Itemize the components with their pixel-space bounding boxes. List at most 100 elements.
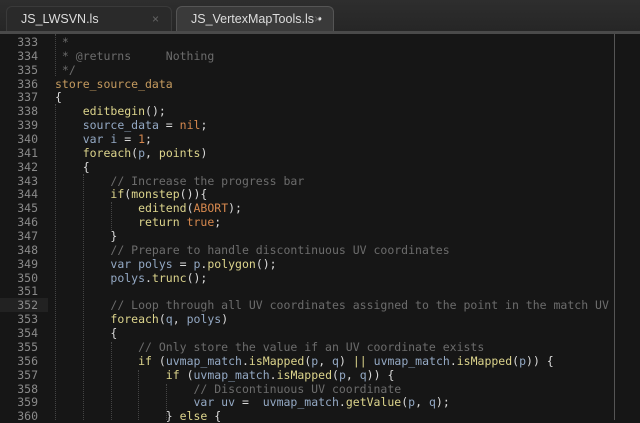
code-token: p <box>519 353 527 368</box>
code-token: points <box>158 145 201 160</box>
code-token: . <box>338 395 346 410</box>
code-token: foreach <box>110 312 159 327</box>
code-text: // Increase the progress bar <box>55 174 304 188</box>
code-text: */ <box>55 63 76 77</box>
code-line[interactable]: 341 foreach(p, points) <box>0 146 640 160</box>
code-text: if (uvmap_match.isMapped(p, q) || uvmap_… <box>55 354 554 368</box>
tab-js-vertexmaptools[interactable]: JS_VertexMapTools.ls • × <box>176 6 334 31</box>
close-icon[interactable]: × <box>152 12 159 26</box>
code-text: if (uvmap_match.isMapped(p, q)) { <box>55 367 395 382</box>
code-line[interactable]: 333 * <box>0 35 640 49</box>
line-number: 345 <box>17 201 38 216</box>
code-line[interactable]: 353 foreach(q, polys) <box>0 312 640 326</box>
code-line[interactable]: 355 // Only store the value if an UV coo… <box>0 340 640 354</box>
line-number: 357 <box>17 367 38 382</box>
code-token: isMapped <box>276 367 332 382</box>
code-line[interactable]: 339 source_data = nil; <box>0 118 640 132</box>
code-token: isMapped <box>456 353 513 368</box>
code-text: foreach(p, points) <box>55 145 208 160</box>
code-token: ( <box>186 201 194 216</box>
code-token: . <box>241 353 249 368</box>
line-number: 337 <box>17 90 38 105</box>
code-line[interactable]: 359 var uv = uvmap_match.getValue(p, q); <box>0 395 640 409</box>
code-token: , <box>345 367 360 382</box>
code-token: var i <box>82 132 118 147</box>
code-token: */ <box>55 62 76 77</box>
code-line[interactable]: 348 // Prepare to handle discontinuous U… <box>0 243 640 257</box>
code-token: )) { <box>526 353 554 368</box>
line-number: 358 <box>17 381 38 396</box>
code-token: if <box>110 187 125 202</box>
code-token: = <box>172 256 194 271</box>
code-token: var polys <box>110 256 173 271</box>
code-token: || <box>352 353 367 368</box>
tab-label: JS_LWSVN.ls <box>21 12 99 26</box>
code-line[interactable]: 337 { <box>0 90 640 104</box>
code-token: } <box>55 409 180 423</box>
line-number: 341 <box>17 145 38 160</box>
line-number: 349 <box>17 256 38 271</box>
code-token: ( <box>332 367 339 382</box>
code-text: } else { <box>55 409 221 423</box>
code-token: ; <box>145 132 152 147</box>
code-token: getValue <box>345 395 402 410</box>
code-token: = <box>117 132 139 147</box>
code-line[interactable]: 338 editbegin(); <box>0 104 640 118</box>
line-number: 355 <box>17 339 38 354</box>
line-number: 348 <box>17 242 38 257</box>
code-line[interactable]: 334 * @returns Nothing <box>0 49 640 63</box>
code-line[interactable]: 357 if (uvmap_match.isMapped(p, q)) { <box>0 368 640 382</box>
line-number: 339 <box>17 118 38 133</box>
code-token: , <box>145 145 159 160</box>
code-editor[interactable]: 333 * 334 * @returns Nothing 335 */336 stor… <box>0 34 640 423</box>
code-line[interactable]: 356 if (uvmap_match.isMapped(p, q) || uv… <box>0 354 640 368</box>
code-line[interactable]: 343 // Increase the progress bar <box>0 174 640 188</box>
code-token: uvmap_match <box>193 367 270 382</box>
code-line[interactable]: 354 { <box>0 326 640 340</box>
tab-js-lwsvn[interactable]: JS_LWSVN.ls × <box>6 6 172 31</box>
code-line[interactable]: 351 <box>0 284 640 298</box>
code-token: . <box>145 270 152 285</box>
code-token: p <box>338 367 346 382</box>
code-line[interactable]: 344 if(monstep()){ <box>0 187 640 201</box>
code-line[interactable]: 340 var i = 1; <box>0 132 640 146</box>
code-token: (); <box>145 104 166 119</box>
code-line[interactable]: 347 } <box>0 229 640 243</box>
code-line[interactable]: 350 polys.trunc(); <box>0 271 640 285</box>
code-token: (); <box>186 270 208 285</box>
line-number: 356 <box>17 353 38 368</box>
code-token: source_data <box>82 118 159 133</box>
code-token: q <box>359 367 367 382</box>
code-token: ) <box>338 353 353 368</box>
code-token: nil <box>179 118 201 133</box>
code-line[interactable]: 352 // Loop through all UV coordinates a… <box>0 298 640 313</box>
line-number: 353 <box>17 312 38 327</box>
code-line[interactable]: 342 { <box>0 160 640 174</box>
close-icon[interactable]: × <box>314 12 321 26</box>
code-line[interactable]: 345 editend(ABORT); <box>0 201 640 215</box>
code-token: ( <box>151 353 166 368</box>
code-text: source_data = nil; <box>55 118 208 133</box>
code-line[interactable]: 336 store_source_data <box>0 77 640 91</box>
code-line[interactable]: 360 } else { <box>0 409 640 423</box>
code-line[interactable]: 335 */ <box>0 63 640 77</box>
code-text: { <box>55 90 62 104</box>
code-line[interactable]: 349 var polys = p.polygon(); <box>0 257 640 271</box>
code-text: store_source_data <box>55 77 173 91</box>
code-token: store_source_data <box>55 76 173 91</box>
code-line[interactable]: 358 // Discontinuous UV coordinate <box>0 382 640 396</box>
code-token: . <box>449 353 457 368</box>
line-number: 351 <box>17 284 38 299</box>
column-ruler <box>614 34 615 420</box>
code-line[interactable]: 346 return true; <box>0 215 640 229</box>
line-number: 335 <box>17 62 38 77</box>
line-number: 350 <box>17 270 38 285</box>
code-token: // Discontinuous UV coordinate <box>193 381 402 396</box>
